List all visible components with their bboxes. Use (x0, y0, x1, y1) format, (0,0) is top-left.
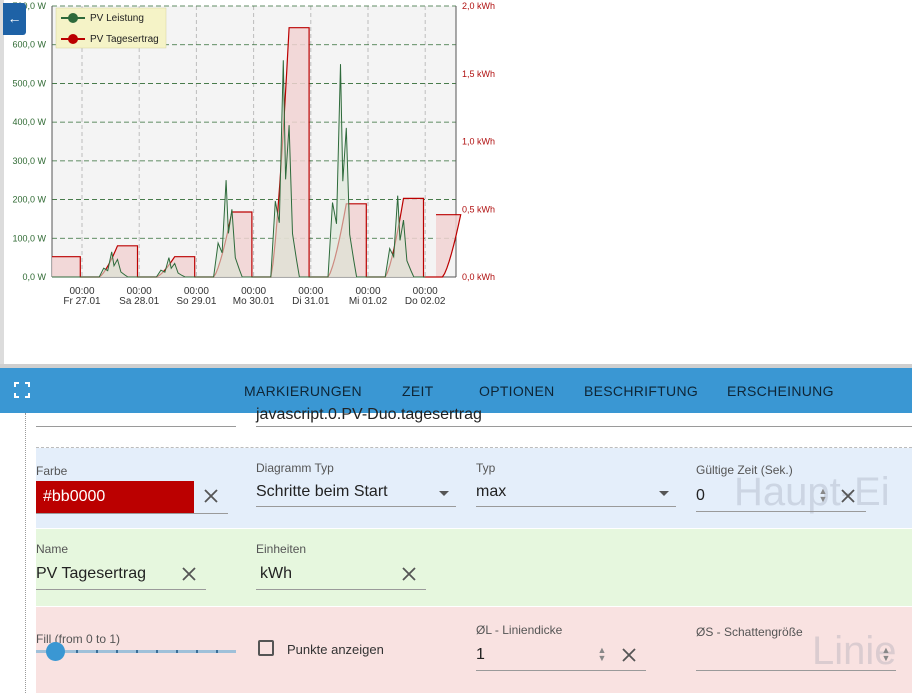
y-right-tick-label: 0,5 kWh (462, 204, 495, 214)
name-label: Name (36, 542, 69, 556)
back-arrow-icon[interactable]: ← (3, 3, 26, 35)
y-left-tick-label: 600,0 W (12, 40, 46, 50)
einheiten-label: Einheiten (256, 542, 307, 556)
y-right-tick-label: 1,5 kWh (462, 69, 495, 79)
slider-tick (96, 650, 98, 653)
stepper-arrows-icon[interactable]: ▲ ▼ (818, 487, 828, 504)
einheiten-input[interactable]: kWh (260, 565, 292, 583)
series-settings-form: javascript.0.PV-Duo.tagesertrag Haupt-Ei… (0, 406, 912, 693)
slider-tick (196, 650, 198, 653)
y-left-tick-label: 200,0 W (12, 195, 46, 205)
pv-chart: 0,0 W 100,0 W 200,0 W 300,0 W 400,0 W 500,0 W… (12, 1, 495, 307)
x-tick-date: Fr 27.01 (63, 296, 101, 307)
liniendicke-input[interactable]: 1 (476, 646, 485, 664)
schattengroesse-label: ØS - Schattengröße (696, 625, 803, 639)
farbe-value[interactable]: #bb0000 (43, 488, 105, 506)
y-right-tick-label: 1,0 kWh (462, 137, 495, 147)
slider-tick (116, 650, 118, 653)
slider-tick (76, 650, 78, 653)
x-tick-date: Do 02.02 (405, 296, 446, 307)
liniendicke-label: ØL - Liniendicke (476, 623, 563, 637)
top-field-underline (36, 426, 236, 427)
y-left-tick-label: 100,0 W (12, 233, 46, 243)
slider-tick (216, 650, 218, 653)
name-underline (36, 589, 206, 590)
liniendicke-underline (476, 670, 646, 671)
typ-select[interactable]: max (476, 483, 506, 501)
object-id-underline (256, 426, 912, 427)
punkte-label[interactable]: Punkte anzeigen (287, 642, 384, 657)
clear-time-icon[interactable] (841, 489, 855, 503)
diagramm-typ-underline (256, 506, 456, 507)
typ-label: Typ (476, 461, 496, 475)
chart-panel: 0,0 W 100,0 W 200,0 W 300,0 W 400,0 W 500,0 W… (0, 0, 912, 364)
y-right-tick-label: 2,0 kWh (462, 1, 495, 11)
y-left-tick-label: 0,0 W (22, 272, 46, 282)
legend-label: PV Tagesertrag (90, 34, 159, 45)
indent-guide (25, 413, 26, 693)
diagramm-typ-select[interactable]: Schritte beim Start (256, 483, 388, 501)
slider-tick (156, 650, 158, 653)
gueltige-zeit-input[interactable]: 0 (696, 487, 705, 505)
punkte-checkbox[interactable] (258, 640, 274, 656)
expand-icon[interactable] (14, 382, 30, 398)
fill-slider-knob[interactable] (46, 642, 65, 661)
slider-tick (136, 650, 138, 653)
chevron-down-icon[interactable] (659, 491, 669, 496)
tab-zeit[interactable]: ZEIT (402, 383, 434, 399)
tab-erscheinung[interactable]: ERSCHEINUNG (727, 383, 834, 399)
y-left-tick-label: 500,0 W (12, 78, 46, 88)
gueltige-zeit-label: Gültige Zeit (Sek.) (696, 463, 793, 477)
name-input[interactable]: PV Tagesertrag (36, 565, 146, 583)
farbe-underline (36, 513, 228, 514)
y-right-tick-label: 0,0 kWh (462, 272, 495, 282)
diagramm-typ-label: Diagramm Typ (256, 461, 334, 475)
line-settings-row: Linie Fill (from 0 to 1) Punkte anzeigen… (36, 607, 912, 693)
chart-legend: PV Leistung PV Tagesertrag (55, 7, 167, 49)
stepper-arrows-icon[interactable]: ▲ ▼ (597, 646, 607, 663)
legend-label: PV Leistung (90, 13, 144, 24)
y-left-tick-label: 300,0 W (12, 156, 46, 166)
typ-underline (476, 506, 676, 507)
app-root: 0,0 W 100,0 W 200,0 W 300,0 W 400,0 W 500,0 W… (0, 0, 912, 693)
main-settings-row: Haupt-Ei Farbe #bb0000 Diagramm Typ Schr… (36, 448, 912, 528)
gueltige-zeit-underline (696, 511, 866, 512)
clear-units-icon[interactable] (402, 567, 416, 581)
stepper-arrows-icon[interactable]: ▲ ▼ (881, 646, 891, 663)
x-tick-date: Sa 28.01 (119, 296, 159, 307)
x-tick-date: Mo 30.01 (233, 296, 275, 307)
object-id-value[interactable]: javascript.0.PV-Duo.tagesertrag (256, 406, 482, 424)
einheiten-underline (256, 589, 426, 590)
x-tick-date: Mi 01.02 (349, 296, 388, 307)
y-left-tick-label: 400,0 W (12, 117, 46, 127)
legend-marker (68, 34, 78, 44)
name-settings-row: Name PV Tagesertrag Einheiten kWh (36, 529, 912, 606)
tab-markierungen[interactable]: MARKIERUNGEN (244, 383, 362, 399)
legend-marker (68, 13, 78, 23)
x-tick-date: So 29.01 (176, 296, 216, 307)
schattengroesse-underline (696, 670, 896, 671)
clear-color-icon[interactable] (204, 489, 218, 503)
slider-tick (176, 650, 178, 653)
x-tick-date: Di 31.01 (292, 296, 330, 307)
tab-optionen[interactable]: OPTIONEN (479, 383, 555, 399)
farbe-label: Farbe (36, 464, 68, 478)
chevron-down-icon[interactable] (439, 491, 449, 496)
clear-name-icon[interactable] (182, 567, 196, 581)
left-panel-edge (0, 0, 4, 364)
clear-linewidth-icon[interactable] (622, 648, 636, 662)
tab-beschriftung[interactable]: BESCHRIFTUNG (584, 383, 698, 399)
